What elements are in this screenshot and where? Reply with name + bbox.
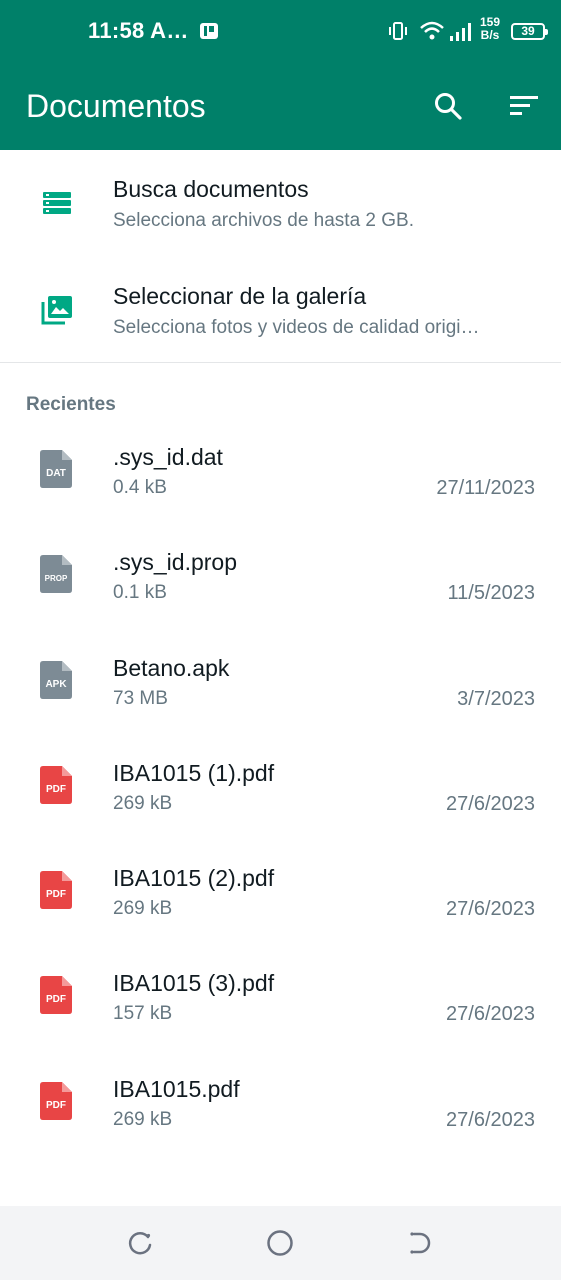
apk-file-icon: APK <box>40 660 72 699</box>
file-size: 157 kB <box>113 1003 173 1025</box>
status-time: 11:58 A… <box>88 18 189 43</box>
pdf-file-icon: PDF <box>40 871 72 910</box>
file-type-label: PDF <box>46 994 66 1005</box>
file-name: .sys_id.dat <box>113 444 223 470</box>
battery-icon: 39 <box>511 23 548 40</box>
file-type-label: PDF <box>46 784 66 795</box>
file-name: IBA1015 (2).pdf <box>113 865 275 892</box>
file-date: 27/6/2023 <box>446 792 535 815</box>
app-notification-icon <box>199 21 219 41</box>
recents-icon <box>128 1232 152 1255</box>
file-type-label: PDF <box>46 889 66 900</box>
file-row[interactable]: PDF IBA1015.pdf 269 kB 27/6/2023 <box>0 1064 561 1169</box>
file-name: IBA1015 (1).pdf <box>113 759 275 786</box>
recents-button[interactable] <box>123 1226 157 1260</box>
network-speed: 159 B/s <box>475 16 505 42</box>
file-row[interactable]: APK Betano.apk 73 MB 3/7/2023 <box>0 643 561 748</box>
back-icon <box>410 1232 431 1254</box>
section-header-recent: Recientes <box>26 394 116 415</box>
file-name: IBA1015.pdf <box>113 1075 240 1102</box>
file-row[interactable]: PDF IBA1015 (2).pdf 269 kB 27/6/2023 <box>0 853 561 958</box>
file-row[interactable]: PDF IBA1015 (3).pdf 157 kB 27/6/2023 <box>0 958 561 1063</box>
sort-icon <box>510 96 538 115</box>
action-subtitle: Selecciona archivos de hasta 2 GB. <box>113 210 415 231</box>
file-date: 11/5/2023 <box>447 582 536 605</box>
file-name: Betano.apk <box>113 654 230 681</box>
sort-button[interactable] <box>502 84 546 128</box>
file-size: 269 kB <box>113 898 173 920</box>
status-bar: 11:58 A… 159 B/s 39 <box>0 0 561 62</box>
dat-file-icon: DAT <box>40 450 72 488</box>
list-icon <box>40 186 74 220</box>
file-type-label: DAT <box>46 468 66 479</box>
file-size: 0.4 kB <box>113 477 167 498</box>
navigation-bar <box>0 1206 561 1280</box>
file-date: 27/6/2023 <box>446 898 535 921</box>
file-row[interactable]: DAT .sys_id.dat 0.4 kB 27/11/2023 <box>0 432 561 537</box>
gallery-icon <box>40 293 74 327</box>
page-title: Documentos <box>26 88 206 124</box>
vibrate-icon <box>387 20 409 42</box>
file-row[interactable]: PDF IBA1015 (1).pdf 269 kB 27/6/2023 <box>0 748 561 853</box>
file-size: 73 MB <box>113 687 168 709</box>
file-name: IBA1015 (3).pdf <box>113 970 275 997</box>
search-button[interactable] <box>426 84 470 128</box>
browse-documents-item[interactable]: Busca documentos Selecciona archivos de … <box>0 150 561 257</box>
pdf-file-icon: PDF <box>40 765 72 804</box>
file-type-label: APK <box>45 679 67 690</box>
file-date: 3/7/2023 <box>457 687 535 710</box>
gallery-item[interactable]: Seleccionar de la galería Selecciona fot… <box>0 257 561 364</box>
file-date: 27/11/2023 <box>436 477 535 499</box>
file-size: 269 kB <box>113 1108 173 1130</box>
divider <box>0 362 561 363</box>
prop-file-icon: PROP <box>40 555 72 594</box>
file-list: DAT .sys_id.dat 0.4 kB 27/11/2023 PROP .… <box>0 432 561 1169</box>
signal-icon <box>449 22 473 42</box>
action-title: Seleccionar de la galería <box>113 283 367 309</box>
network-speed-unit: B/s <box>480 28 500 42</box>
file-date: 27/6/2023 <box>446 1003 535 1026</box>
search-icon <box>435 93 462 120</box>
toolbar: Documentos <box>0 62 561 150</box>
pdf-file-icon: PDF <box>40 976 72 1015</box>
network-speed-value: 159 <box>479 15 501 29</box>
action-subtitle: Selecciona fotos y videos de calidad ori… <box>113 317 480 338</box>
file-row[interactable]: PROP .sys_id.prop 0.1 kB 11/5/2023 <box>0 537 561 642</box>
wifi-icon <box>419 20 445 42</box>
action-title: Busca documentos <box>113 176 309 202</box>
back-button[interactable] <box>403 1226 437 1260</box>
file-name: .sys_id.prop <box>113 549 238 576</box>
file-size: 269 kB <box>113 792 173 814</box>
pdf-file-icon: PDF <box>40 1081 72 1120</box>
file-type-label: PDF <box>46 1100 66 1111</box>
file-type-label: PROP <box>45 574 68 583</box>
home-icon <box>267 1230 293 1256</box>
file-date: 27/6/2023 <box>446 1108 535 1131</box>
file-size: 0.1 kB <box>113 582 167 604</box>
home-button[interactable] <box>263 1226 297 1260</box>
